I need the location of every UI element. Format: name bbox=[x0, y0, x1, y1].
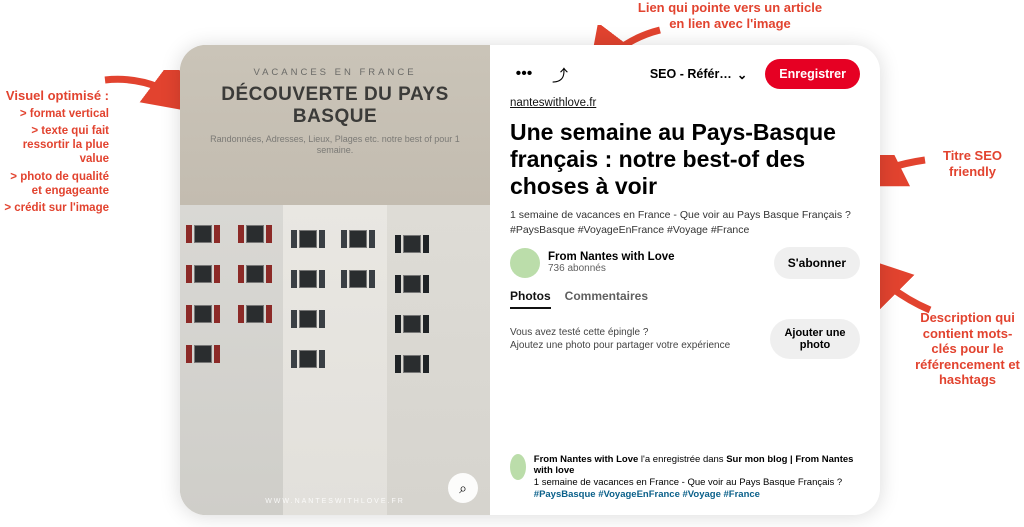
tried-question: Vous avez testé cette épingle ? bbox=[510, 326, 730, 339]
share-icon: ⤴ bbox=[552, 62, 568, 86]
add-photo-button[interactable]: Ajouter une photo bbox=[770, 319, 860, 359]
callout-point: > crédit sur l'image bbox=[0, 202, 109, 216]
author-row: From Nantes with Love 736 abonnés S'abon… bbox=[510, 247, 860, 279]
saved-actor[interactable]: From Nantes with Love bbox=[534, 454, 639, 465]
board-selector[interactable]: SEO - Référ… ⌄ bbox=[640, 61, 757, 88]
author-followers: 736 abonnés bbox=[548, 263, 675, 274]
follow-button[interactable]: S'abonner bbox=[774, 247, 860, 279]
source-link[interactable]: nanteswithlove.fr bbox=[510, 97, 860, 109]
tab-photos[interactable]: Photos bbox=[510, 289, 551, 309]
saved-block: From Nantes with Love l'a enregistrée da… bbox=[510, 454, 860, 502]
lens-icon[interactable]: ⌕ bbox=[448, 473, 478, 503]
callout-seo-description: Description qui contient mots-clés pour … bbox=[915, 310, 1020, 388]
share-button[interactable]: ⤴ bbox=[546, 60, 574, 88]
callout-point: > photo de qualité et engageante bbox=[0, 171, 109, 199]
pin-image[interactable]: VACANCES EN FRANCE DÉCOUVERTE DU PAYS BA… bbox=[180, 45, 490, 515]
more-button[interactable]: ••• bbox=[510, 60, 538, 88]
pin-image-credit: WWW.NANTESWITHLOVE.FR bbox=[180, 498, 490, 505]
ellipsis-icon: ••• bbox=[516, 65, 533, 83]
pin-image-overlay: VACANCES EN FRANCE DÉCOUVERTE DU PAYS BA… bbox=[180, 45, 490, 205]
callout-title: Visuel optimisé : bbox=[0, 88, 109, 104]
save-button[interactable]: Enregistrer bbox=[765, 59, 860, 89]
tab-comments[interactable]: Commentaires bbox=[565, 289, 648, 309]
callout-visual-optimized: Visuel optimisé : > format vertical > te… bbox=[0, 88, 109, 216]
pin-title: Une semaine au Pays-Basque français : no… bbox=[510, 119, 860, 200]
pin-image-photo bbox=[180, 205, 490, 515]
saved-desc: 1 semaine de vacances en France - Que vo… bbox=[534, 477, 842, 488]
pin-card: VACANCES EN FRANCE DÉCOUVERTE DU PAYS BA… bbox=[180, 45, 880, 515]
callout-point: > format vertical bbox=[0, 108, 109, 122]
saved-hashtags[interactable]: #PaysBasque #VoyageEnFrance #Voyage #Fra… bbox=[534, 489, 760, 500]
tried-row: Vous avez testé cette épingle ? Ajoutez … bbox=[510, 319, 860, 359]
tried-hint: Ajoutez une photo pour partager votre ex… bbox=[510, 339, 730, 352]
tabs: Photos Commentaires bbox=[510, 289, 860, 309]
pin-description: 1 semaine de vacances en France - Que vo… bbox=[510, 208, 860, 236]
callout-title: Lien qui pointe vers un article en lien … bbox=[630, 0, 830, 31]
pin-image-headline: DÉCOUVERTE DU PAYS BASQUE bbox=[198, 84, 472, 128]
pin-details: ••• ⤴ SEO - Référ… ⌄ Enregistrer nantesw… bbox=[490, 45, 880, 515]
pin-image-category: VACANCES EN FRANCE bbox=[198, 67, 472, 78]
saved-verb: l'a enregistrée dans bbox=[638, 454, 726, 465]
chevron-down-icon: ⌄ bbox=[737, 67, 747, 82]
pin-image-subline: Randonnées, Adresses, Lieux, Plages etc.… bbox=[198, 134, 472, 157]
callout-seo-title: Titre SEO friendly bbox=[925, 148, 1020, 179]
avatar[interactable] bbox=[510, 248, 540, 278]
pin-toolbar: ••• ⤴ SEO - Référ… ⌄ Enregistrer bbox=[510, 59, 860, 89]
author-name[interactable]: From Nantes with Love bbox=[548, 251, 675, 263]
avatar[interactable] bbox=[510, 454, 526, 480]
callout-title: Titre SEO friendly bbox=[925, 148, 1020, 179]
callout-point: > texte qui fait ressortir la plue value bbox=[0, 125, 109, 166]
callout-link: Lien qui pointe vers un article en lien … bbox=[630, 0, 830, 31]
callout-title: Description qui contient mots-clés pour … bbox=[915, 310, 1020, 388]
board-selector-label: SEO - Référ… bbox=[650, 67, 732, 81]
